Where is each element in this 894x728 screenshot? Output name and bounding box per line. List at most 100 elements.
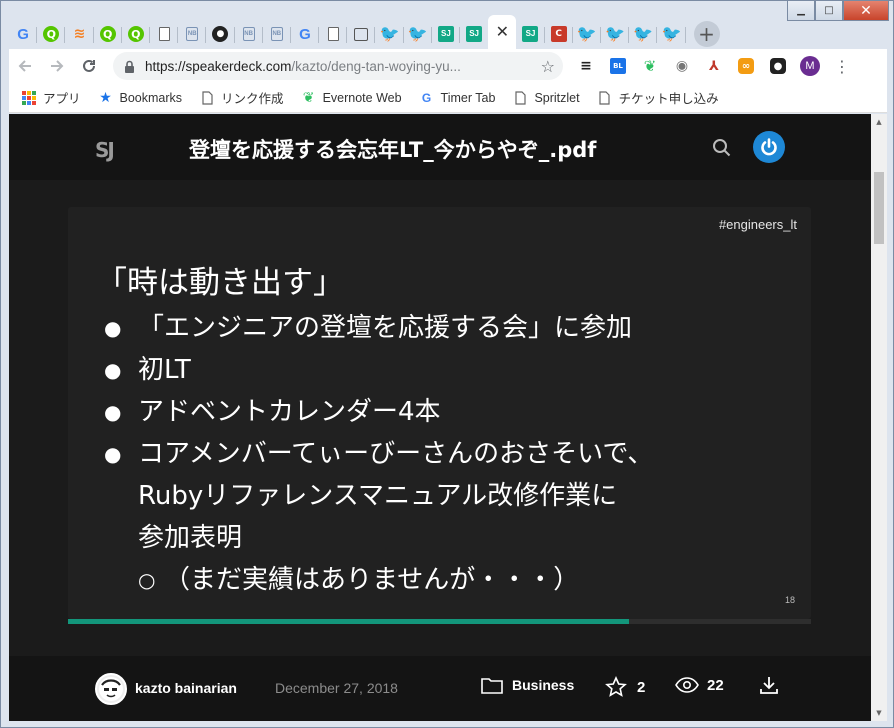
- power-icon: [761, 138, 777, 156]
- author-name[interactable]: kazto bainarian: [135, 680, 237, 696]
- speakerdeck-icon: SJ: [522, 26, 539, 42]
- star-button[interactable]: 2: [605, 676, 645, 698]
- twitter-icon: 🐦: [633, 24, 654, 43]
- tab-active[interactable]: ✕: [488, 15, 517, 49]
- tab[interactable]: SJ: [432, 19, 461, 49]
- tab[interactable]: NB: [178, 19, 207, 49]
- slide-progress-fill: [68, 619, 629, 624]
- bullet-dot-icon: ●: [104, 400, 122, 424]
- deck-meta-bar: kazto bainarian December 27, 2018 Busine…: [9, 656, 871, 721]
- slide[interactable]: #engineers_lt 「時は動き出す」 ● 「エンジニアの登壇を応援する会」…: [68, 207, 811, 619]
- close-window-button[interactable]: ✕: [843, 1, 889, 21]
- bookmark-item[interactable]: Spritzlet: [512, 90, 580, 106]
- tab[interactable]: ●: [206, 19, 235, 49]
- bookmark-item[interactable]: アプリ: [21, 88, 81, 107]
- bullet-dot-icon: ●: [104, 358, 122, 382]
- bookmark-item[interactable]: G Timer Tab: [419, 90, 496, 106]
- new-tab-button[interactable]: +: [693, 21, 720, 47]
- account-button[interactable]: [753, 131, 785, 163]
- tab[interactable]: 🐦: [601, 19, 630, 49]
- url-path: /kazto/deng-tan-woying-yu...: [291, 58, 461, 74]
- tab[interactable]: 🐦: [573, 19, 602, 49]
- google-icon: G: [17, 25, 29, 43]
- profile-button[interactable]: M: [797, 53, 823, 79]
- google-icon: G: [299, 25, 311, 43]
- lock-icon[interactable]: [121, 58, 137, 74]
- bookmark-item[interactable]: ❦ Evernote Web: [301, 89, 402, 106]
- tab[interactable]: G: [9, 19, 38, 49]
- tab[interactable]: 🐦: [375, 19, 404, 49]
- window-controls: ▁ □ ✕: [787, 1, 889, 21]
- arrow-right-icon: [51, 60, 64, 72]
- tab[interactable]: Q: [94, 19, 122, 49]
- tab[interactable]: [319, 19, 348, 49]
- reload-button[interactable]: [73, 50, 105, 82]
- arrow-left-icon: [18, 60, 31, 72]
- back-button[interactable]: [9, 50, 41, 82]
- star-icon: ★: [99, 89, 112, 105]
- extension-pdf[interactable]: ⅄: [701, 53, 727, 79]
- evernote-icon: ❦: [302, 89, 315, 105]
- sub-bullet-text: （まだ実績はありませんが・・・）: [164, 565, 580, 595]
- search-icon[interactable]: [712, 138, 732, 158]
- tab[interactable]: 🐦: [657, 19, 686, 49]
- tab[interactable]: Q: [37, 19, 66, 49]
- bullet-dot-icon: ●: [104, 316, 122, 340]
- slide-bullet: ● アドベントカレンダー4本: [104, 391, 653, 433]
- tab[interactable]: SJ: [516, 19, 545, 49]
- forward-button[interactable]: [41, 50, 73, 82]
- bookmark-label: アプリ: [43, 92, 81, 106]
- slide-heading: 「時は動き出す」: [96, 265, 344, 301]
- extension-orange[interactable]: ∞: [733, 53, 759, 79]
- bookmark-star-icon[interactable]: ☆: [541, 57, 555, 76]
- slide-bullet: ● 初LT: [104, 349, 653, 391]
- tab[interactable]: [347, 19, 376, 49]
- tab[interactable]: 🐦: [629, 19, 658, 49]
- maximize-button[interactable]: □: [815, 1, 843, 21]
- tab[interactable]: SJ: [460, 19, 488, 49]
- extension-layers[interactable]: ≡: [573, 53, 599, 79]
- menu-button[interactable]: ⋮: [829, 53, 855, 79]
- document-icon: [512, 90, 528, 106]
- extension-blue[interactable]: BL: [605, 53, 631, 79]
- tab[interactable]: [150, 19, 179, 49]
- url-text[interactable]: https://speakerdeck.com/kazto/deng-tan-w…: [145, 59, 517, 74]
- tab-close-icon[interactable]: ✕: [494, 24, 510, 40]
- extension-evernote[interactable]: ❦: [637, 53, 663, 79]
- tab[interactable]: NB: [263, 19, 292, 49]
- author-avatar[interactable]: [95, 673, 127, 705]
- download-button[interactable]: [758, 674, 780, 700]
- publish-date: December 27, 2018: [275, 680, 398, 696]
- bookmark-label: Bookmarks: [119, 90, 183, 105]
- extension-dark[interactable]: ●: [765, 53, 791, 79]
- bookmark-item[interactable]: ★ Bookmarks: [98, 89, 183, 106]
- scroll-up-arrow-icon[interactable]: ▲: [871, 114, 887, 130]
- extension-camera[interactable]: ◉: [669, 53, 695, 79]
- tab[interactable]: ≋: [65, 19, 94, 49]
- minimize-button[interactable]: ▁: [787, 1, 815, 21]
- scrollbar-thumb[interactable]: [874, 172, 884, 244]
- bullet-text-line: 参加表明: [138, 523, 243, 553]
- bookmark-item[interactable]: リンク作成: [199, 88, 284, 107]
- slide-sub-bullet: ○ （まだ実績はありませんが・・・）: [104, 559, 653, 601]
- tab[interactable]: G: [291, 19, 320, 49]
- category-link[interactable]: Business: [481, 676, 574, 694]
- bookmark-item[interactable]: チケット申し込み: [597, 88, 719, 107]
- tab[interactable]: NB: [235, 19, 263, 49]
- slide-bullets: ● 「エンジニアの登壇を応援する会」に参加 ● 初LT ● アドベントカレンダー4本 ● コア…: [104, 307, 653, 601]
- bookmark-label: Evernote Web: [322, 90, 402, 105]
- tab[interactable]: C: [545, 19, 573, 49]
- stackoverflow-icon: ≋: [73, 26, 86, 42]
- download-icon: [760, 677, 778, 694]
- tab[interactable]: Q: [122, 19, 151, 49]
- page-scrollbar[interactable]: ▲ ▼: [871, 114, 887, 721]
- tab[interactable]: 🐦: [404, 19, 433, 49]
- bullet-dot-icon: ●: [104, 442, 122, 466]
- scroll-down-arrow-icon[interactable]: ▼: [871, 705, 887, 721]
- slide-progress-bar[interactable]: [68, 619, 811, 624]
- address-bar[interactable]: https://speakerdeck.com/kazto/deng-tan-w…: [113, 52, 563, 80]
- speakerdeck-logo[interactable]: SJ: [95, 138, 131, 162]
- slide-page-number: 18: [784, 595, 795, 605]
- twitter-icon: 🐦: [576, 24, 597, 43]
- orange-face-icon: ∞: [738, 58, 754, 74]
